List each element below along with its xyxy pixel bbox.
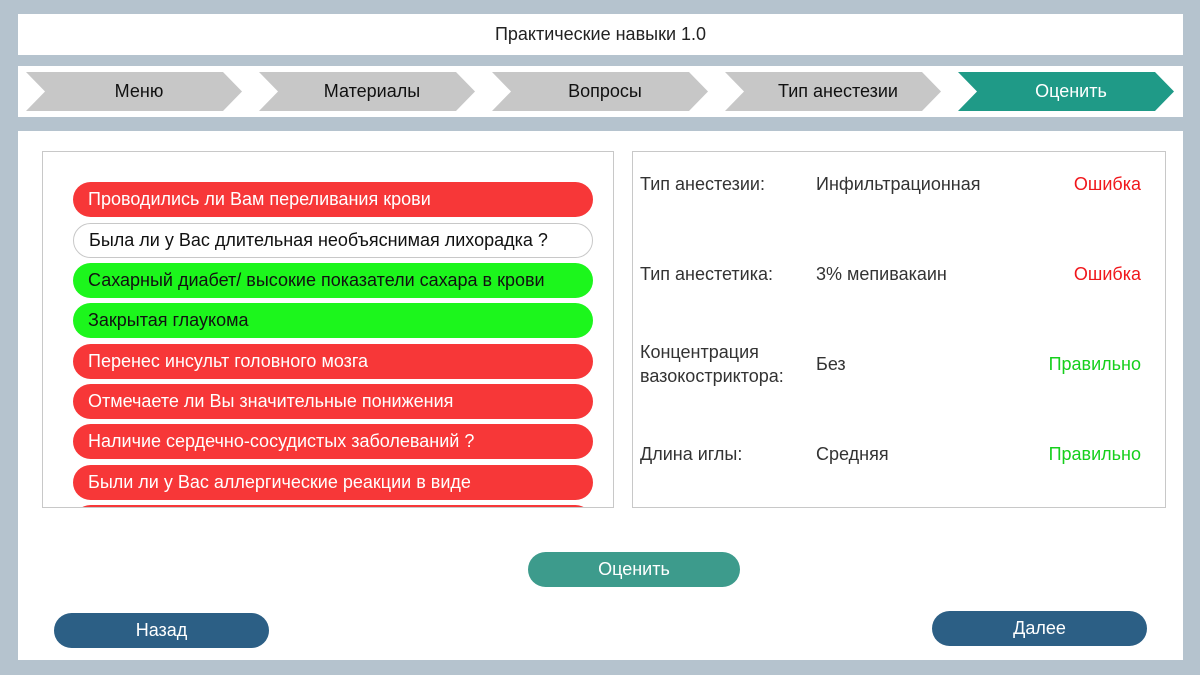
back-button[interactable]: Назад (54, 613, 269, 648)
results-panel: Тип анестезии: Инфильтрационная Ошибка Т… (632, 151, 1166, 508)
step-label: Вопросы (568, 81, 642, 101)
result-status: Правильно (1048, 444, 1141, 464)
result-label: Длина иглы: (640, 444, 743, 464)
next-button[interactable]: Далее (932, 611, 1147, 646)
question-item[interactable]: Перенес инсульт головного мозга (73, 344, 593, 379)
question-item[interactable]: Отмечаете ли Вы значительные понижения (73, 384, 593, 419)
step-evaluate[interactable]: Оценить (958, 72, 1174, 111)
result-status: Правильно (1048, 354, 1141, 374)
question-item[interactable]: Закрытая глаукома (73, 303, 593, 338)
result-status: Ошибка (1073, 174, 1141, 194)
result-value: Средняя (816, 444, 889, 464)
step-label: Оценить (1035, 81, 1107, 101)
result-value: Без (816, 354, 846, 374)
question-item[interactable] (73, 505, 593, 507)
question-text: Сахарный диабет/ высокие показатели саха… (88, 270, 545, 290)
question-text: Были ли у Вас аллергические реакции в ви… (88, 472, 471, 492)
step-label: Материалы (323, 81, 421, 101)
step-label: Тип анестезии (778, 81, 898, 101)
evaluate-button[interactable]: Оценить (528, 552, 740, 587)
question-text: Была ли у Вас длительная необъяснимая ли… (89, 230, 548, 250)
step-menu[interactable]: Меню (26, 72, 242, 111)
question-text: Проводились ли Вам переливания крови (88, 189, 431, 209)
question-item[interactable]: Были ли у Вас аллергические реакции в ви… (73, 465, 593, 500)
result-label: Тип анестетика: (640, 264, 774, 284)
question-text: Закрытая глаукома (88, 310, 249, 330)
steps-navigation: Меню Материалы Вопросы Тип анестезии Оце… (18, 66, 1183, 117)
result-status: Ошибка (1073, 264, 1141, 284)
step-questions[interactable]: Вопросы (492, 72, 708, 111)
step-anesthesia-type[interactable]: Тип анестезии (725, 72, 941, 111)
question-text: Наличие сердечно-сосудистых заболеваний … (88, 431, 475, 451)
question-item[interactable]: Проводились ли Вам переливания крови (73, 182, 593, 217)
question-text: Перенес инсульт головного мозга (88, 351, 369, 371)
question-item[interactable]: Сахарный диабет/ высокие показатели саха… (73, 263, 593, 298)
questions-list[interactable]: Проводились ли Вам переливания крови Был… (42, 151, 614, 508)
result-label: Тип анестезии: (640, 174, 765, 194)
app-title: Практические навыки 1.0 (494, 24, 707, 44)
step-materials[interactable]: Материалы (259, 72, 475, 111)
result-label: Концентрация вазокостриктора: (640, 342, 784, 386)
app-title-bar: Практические навыки 1.0 (18, 14, 1183, 55)
main-panel: Проводились ли Вам переливания крови Был… (18, 131, 1183, 660)
step-label: Меню (114, 81, 164, 101)
result-value: 3% мепивакаин (816, 264, 947, 284)
question-item[interactable]: Наличие сердечно-сосудистых заболеваний … (73, 424, 593, 459)
result-value: Инфильтрационная (816, 174, 981, 194)
question-text: Отмечаете ли Вы значительные понижения (88, 391, 454, 411)
question-item[interactable]: Была ли у Вас длительная необъяснимая ли… (73, 223, 593, 258)
